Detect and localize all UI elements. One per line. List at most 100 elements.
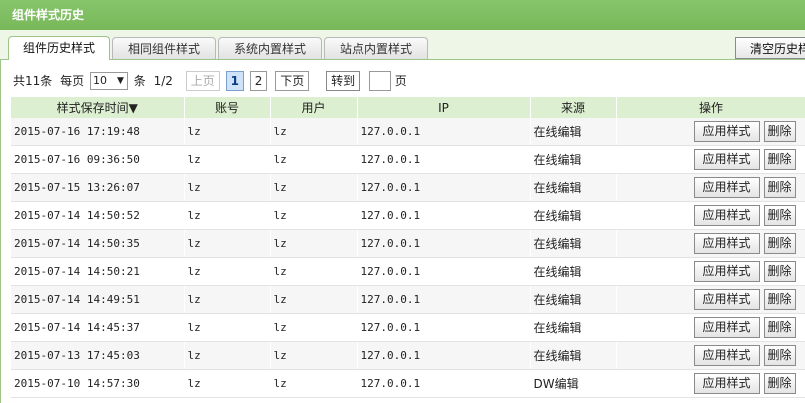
cell-account: lz bbox=[184, 285, 271, 314]
column-source: 来源 bbox=[530, 97, 617, 118]
cell-account: lz bbox=[184, 313, 271, 342]
delete-button[interactable]: 删除 bbox=[763, 289, 796, 310]
cell-user: lz bbox=[270, 118, 358, 146]
clear-history-button[interactable]: 清空历史样式 bbox=[735, 37, 805, 59]
cell-actions: 应用样式 删除 bbox=[616, 369, 805, 398]
cell-ip: 127.0.0.1 bbox=[357, 285, 531, 314]
cell-source: 在线编辑 bbox=[530, 145, 617, 174]
cell-save-time: 2015-07-14 14:50:21 bbox=[11, 257, 185, 286]
cell-ip: 127.0.0.1 bbox=[357, 145, 531, 174]
tab-same-component[interactable]: 相同组件样式 bbox=[112, 37, 216, 59]
apply-style-button[interactable]: 应用样式 bbox=[693, 177, 760, 198]
column-ip: IP bbox=[357, 97, 531, 118]
cell-source: 在线编辑 bbox=[530, 229, 617, 258]
cell-actions: 应用样式 删除 bbox=[616, 201, 805, 230]
apply-style-button[interactable]: 应用样式 bbox=[693, 121, 760, 142]
delete-button[interactable]: 删除 bbox=[763, 149, 796, 170]
cell-account: lz bbox=[184, 145, 271, 174]
goto-button[interactable]: 转到 bbox=[326, 70, 361, 91]
cell-source: 在线编辑 bbox=[530, 341, 617, 370]
apply-style-button[interactable]: 应用样式 bbox=[693, 149, 760, 170]
cell-account: lz bbox=[184, 341, 271, 370]
cell-actions: 应用样式 删除 bbox=[616, 118, 805, 146]
cell-actions: 应用样式 删除 bbox=[616, 341, 805, 370]
cell-actions: 应用样式 删除 bbox=[616, 173, 805, 202]
cell-user: lz bbox=[270, 201, 358, 230]
cell-save-time: 2015-07-10 14:57:30 bbox=[11, 369, 185, 398]
page-button-1[interactable]: 1 bbox=[225, 70, 244, 91]
table-row: 2015-07-10 14:57:30 lz lz 127.0.0.1 DW编辑 应用样式… bbox=[11, 369, 805, 398]
cell-account: lz bbox=[184, 229, 271, 258]
table-row: 2015-07-13 17:45:03 lz lz 127.0.0.1 在线编辑 应用样式… bbox=[11, 341, 805, 370]
cell-source: 在线编辑 bbox=[530, 257, 617, 286]
cell-source: 在线编辑 bbox=[530, 201, 617, 230]
cell-actions: 应用样式 删除 bbox=[616, 257, 805, 286]
style-history-table: 样式保存时间▼ 账号 用户 IP 来源 操作 2015-07-16 17:19:… bbox=[11, 97, 805, 398]
cell-user: lz bbox=[270, 173, 358, 202]
column-save-time[interactable]: 样式保存时间▼ bbox=[11, 97, 185, 118]
delete-button[interactable]: 删除 bbox=[763, 233, 796, 254]
cell-ip: 127.0.0.1 bbox=[357, 201, 531, 230]
cell-account: lz bbox=[184, 173, 271, 202]
delete-button[interactable]: 删除 bbox=[763, 345, 796, 366]
cell-account: lz bbox=[184, 201, 271, 230]
cell-save-time: 2015-07-14 14:45:37 bbox=[11, 313, 185, 342]
prev-page-button[interactable]: 上页 bbox=[185, 70, 220, 91]
cell-user: lz bbox=[270, 341, 358, 370]
page-button-2[interactable]: 2 bbox=[249, 70, 268, 91]
cell-actions: 应用样式 删除 bbox=[616, 285, 805, 314]
table-row: 2015-07-14 14:49:51 lz lz 127.0.0.1 在线编辑 应用样式… bbox=[11, 285, 805, 314]
apply-style-button[interactable]: 应用样式 bbox=[693, 345, 760, 366]
apply-style-button[interactable]: 应用样式 bbox=[693, 373, 760, 394]
per-page-select[interactable]: 10 ▼ bbox=[89, 71, 128, 90]
table-row: 2015-07-14 14:50:35 lz lz 127.0.0.1 在线编辑 应用样式… bbox=[11, 229, 805, 258]
cell-account: lz bbox=[184, 369, 271, 398]
delete-button[interactable]: 删除 bbox=[763, 317, 796, 338]
pagination-bar: 共11条 每页 10 ▼ 条 1/2 上页 1 2 下页 转到 页 bbox=[13, 70, 407, 91]
table-row: 2015-07-14 14:45:37 lz lz 127.0.0.1 在线编辑 应用样式… bbox=[11, 313, 805, 342]
table-header-row: 样式保存时间▼ 账号 用户 IP 来源 操作 bbox=[11, 97, 805, 118]
cell-ip: 127.0.0.1 bbox=[357, 341, 531, 370]
per-page-unit: 条 bbox=[133, 73, 146, 88]
cell-source: 在线编辑 bbox=[530, 313, 617, 342]
cell-save-time: 2015-07-14 14:50:35 bbox=[11, 229, 185, 258]
cell-user: lz bbox=[270, 285, 358, 314]
next-page-button[interactable]: 下页 bbox=[275, 70, 310, 91]
cell-user: lz bbox=[270, 369, 358, 398]
delete-button[interactable]: 删除 bbox=[763, 261, 796, 282]
tab-bar: 组件历史样式 相同组件样式 系统内置样式 站点内置样式 清空历史样式 bbox=[0, 30, 805, 60]
column-actions: 操作 bbox=[616, 97, 805, 118]
tab-site-builtin[interactable]: 站点内置样式 bbox=[324, 37, 428, 59]
delete-button[interactable]: 删除 bbox=[763, 205, 796, 226]
apply-style-button[interactable]: 应用样式 bbox=[693, 261, 760, 282]
column-account: 账号 bbox=[184, 97, 271, 118]
cell-save-time: 2015-07-16 17:19:48 bbox=[11, 118, 185, 146]
delete-button[interactable]: 删除 bbox=[763, 373, 796, 394]
delete-button[interactable]: 删除 bbox=[763, 177, 796, 198]
cell-user: lz bbox=[270, 229, 358, 258]
tab-component-history[interactable]: 组件历史样式 bbox=[8, 36, 110, 60]
cell-save-time: 2015-07-14 14:50:52 bbox=[11, 201, 185, 230]
cell-account: lz bbox=[184, 257, 271, 286]
cell-account: lz bbox=[184, 118, 271, 146]
per-page-value: 10 bbox=[92, 73, 107, 87]
apply-style-button[interactable]: 应用样式 bbox=[693, 317, 760, 338]
cell-ip: 127.0.0.1 bbox=[357, 118, 531, 146]
cell-ip: 127.0.0.1 bbox=[357, 229, 531, 258]
cell-source: 在线编辑 bbox=[530, 118, 617, 146]
cell-ip: 127.0.0.1 bbox=[357, 257, 531, 286]
delete-button[interactable]: 删除 bbox=[763, 121, 796, 142]
cell-actions: 应用样式 删除 bbox=[616, 313, 805, 342]
cell-actions: 应用样式 删除 bbox=[616, 229, 805, 258]
table-row: 2015-07-14 14:50:52 lz lz 127.0.0.1 在线编辑 应用样式… bbox=[11, 201, 805, 230]
tab-system-builtin[interactable]: 系统内置样式 bbox=[218, 37, 322, 59]
apply-style-button[interactable]: 应用样式 bbox=[693, 205, 760, 226]
cell-ip: 127.0.0.1 bbox=[357, 313, 531, 342]
cell-user: lz bbox=[270, 313, 358, 342]
apply-style-button[interactable]: 应用样式 bbox=[693, 289, 760, 310]
apply-style-button[interactable]: 应用样式 bbox=[693, 233, 760, 254]
cell-user: lz bbox=[270, 257, 358, 286]
per-page-label: 每页 bbox=[60, 73, 85, 88]
cell-save-time: 2015-07-15 13:26:07 bbox=[11, 173, 185, 202]
goto-page-input[interactable] bbox=[368, 70, 391, 91]
